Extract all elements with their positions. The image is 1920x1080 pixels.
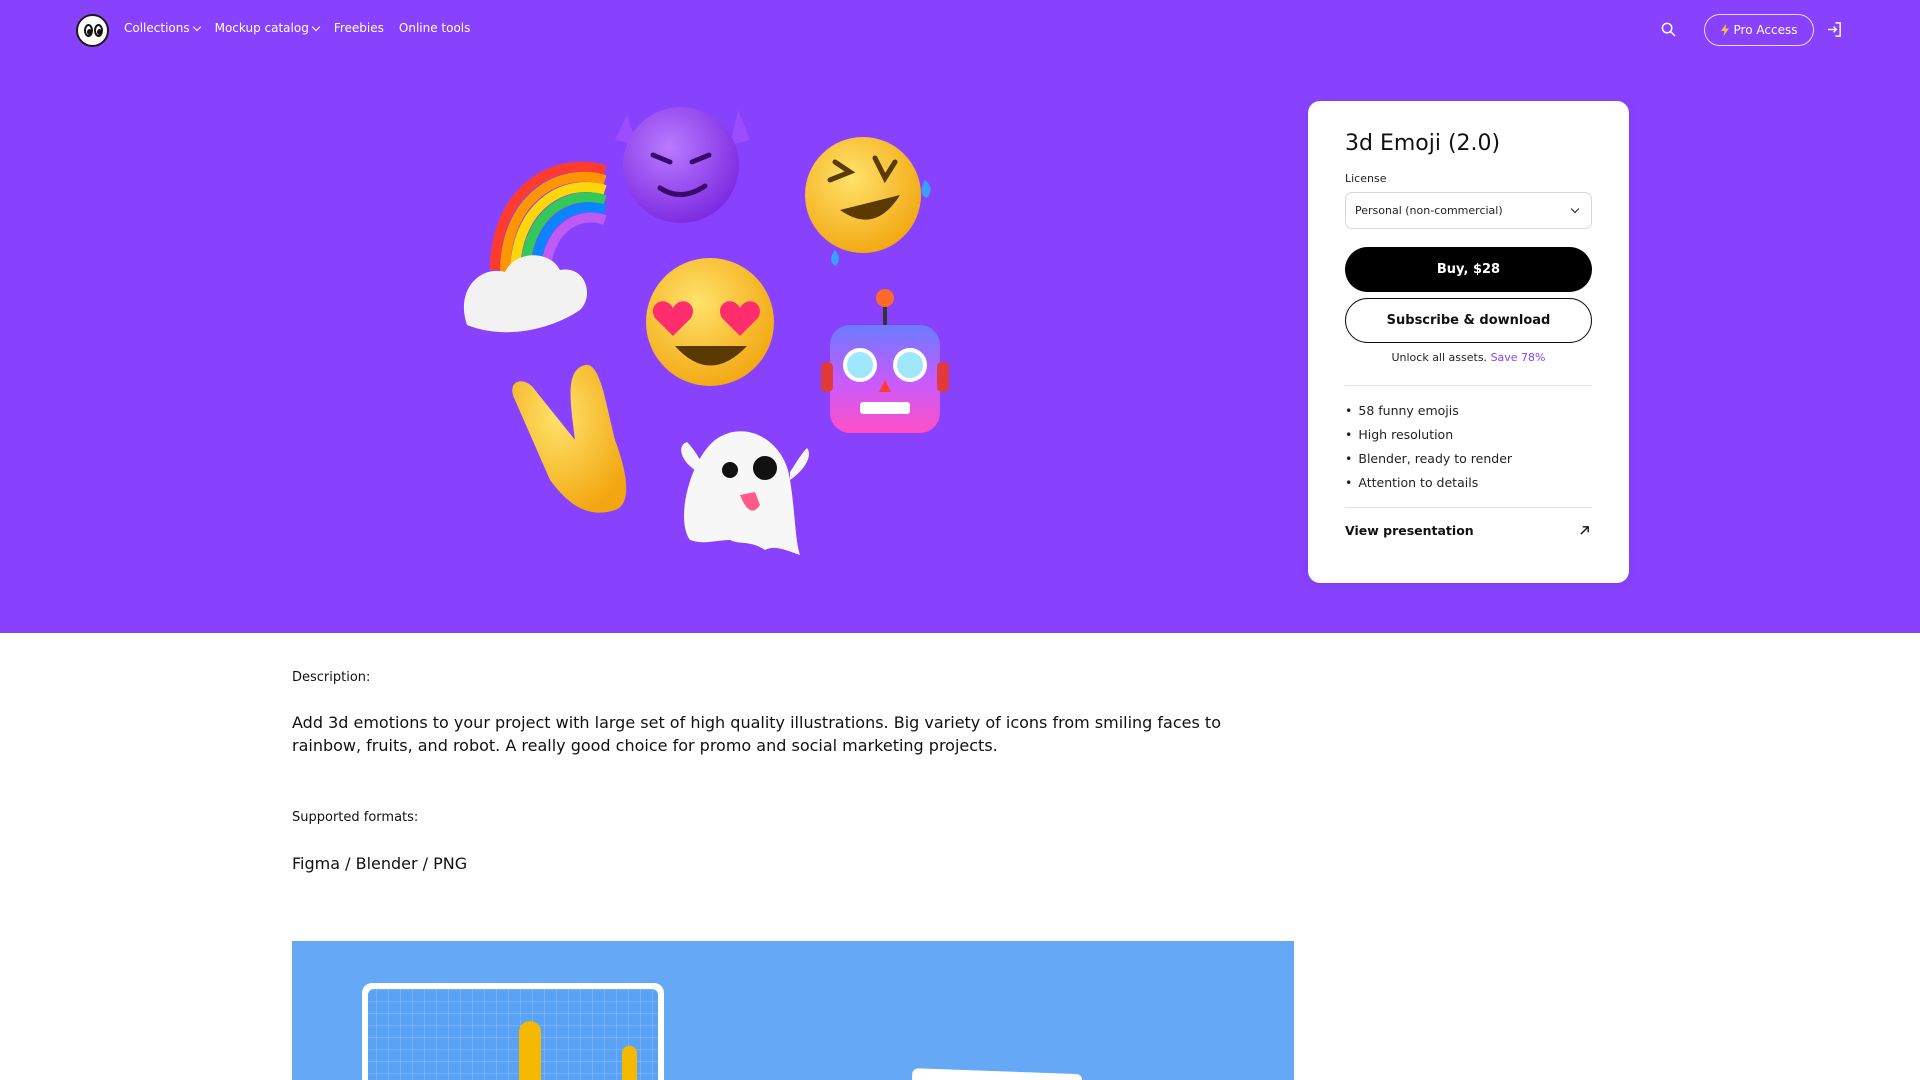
nav-collections[interactable]: Collections: [124, 21, 201, 35]
subscribe-download-button[interactable]: Subscribe & download: [1345, 298, 1592, 343]
logo-eye-left: [84, 24, 93, 37]
nav-freebies[interactable]: Freebies: [334, 21, 384, 35]
logo[interactable]: [76, 14, 109, 47]
hand-emoji: [512, 364, 627, 513]
ghost-emoji: [681, 431, 810, 555]
login-icon[interactable]: [1826, 21, 1843, 38]
search-icon[interactable]: [1661, 22, 1676, 37]
nav-links: Collections Mockup catalog Freebies Onli…: [124, 21, 470, 35]
divider: [1345, 507, 1592, 508]
feature-item: High resolution: [1345, 427, 1512, 451]
divider: [1345, 385, 1592, 386]
preview-image: [292, 941, 1294, 1080]
pro-access-button[interactable]: Pro Access: [1704, 14, 1814, 46]
logo-eye-right: [94, 24, 103, 37]
feature-item: Attention to details: [1345, 475, 1512, 499]
chevron-down-icon: [1570, 204, 1580, 214]
arrow-up-right-icon[interactable]: [1579, 525, 1590, 536]
unlock-text: Unlock all assets. Save 78%: [1345, 351, 1592, 364]
robot-emoji: [821, 289, 949, 433]
nav-collections-label: Collections: [124, 21, 190, 35]
feature-text: High resolution: [1358, 427, 1454, 442]
feature-text: 58 funny emojis: [1358, 403, 1459, 418]
chevron-down-icon: [192, 22, 201, 31]
lightning-icon: [1720, 24, 1729, 36]
feature-text: Attention to details: [1358, 475, 1479, 490]
laughing-emoji: [805, 137, 931, 266]
feature-text: Blender, ready to render: [1358, 451, 1513, 466]
pro-access-label: Pro Access: [1733, 23, 1798, 37]
save-link[interactable]: Save 78%: [1491, 351, 1546, 364]
feature-item: 58 funny emojis: [1345, 403, 1512, 427]
devil-emoji: [615, 107, 750, 223]
nav-online-tools[interactable]: Online tools: [399, 21, 471, 35]
chevron-down-icon: [311, 22, 321, 31]
license-label: License: [1345, 172, 1387, 185]
description-label: Description:: [292, 670, 371, 685]
feature-item: Blender, ready to render: [1345, 451, 1512, 475]
rainbow-emoji: [463, 161, 607, 333]
license-select[interactable]: Personal (non-commercial): [1345, 192, 1592, 229]
view-presentation-link[interactable]: View presentation: [1345, 523, 1592, 538]
buy-button[interactable]: Buy, $28: [1345, 247, 1592, 292]
features-list: 58 funny emojis High resolution Blender,…: [1345, 403, 1512, 499]
top-nav: Collections Mockup catalog Freebies Onli…: [0, 0, 1920, 60]
product-title: 3d Emoji (2.0): [1345, 131, 1501, 156]
nav-mockup-catalog-label: Mockup catalog: [214, 21, 309, 35]
formats-text: Figma / Blender / PNG: [292, 854, 468, 873]
preview-illustration: [362, 983, 1083, 1080]
heart-eyes-emoji: [646, 258, 774, 386]
nav-mockup-catalog[interactable]: Mockup catalog: [214, 21, 321, 35]
formats-label: Supported formats:: [292, 810, 419, 825]
emoji-illustration: [463, 107, 949, 555]
unlock-label: Unlock all assets.: [1391, 351, 1488, 364]
product-card: 3d Emoji (2.0) License Personal (non-com…: [1308, 101, 1629, 583]
description-text: Add 3d emotions to your project with lar…: [292, 713, 1221, 755]
license-value: Personal (non-commercial): [1355, 204, 1503, 217]
